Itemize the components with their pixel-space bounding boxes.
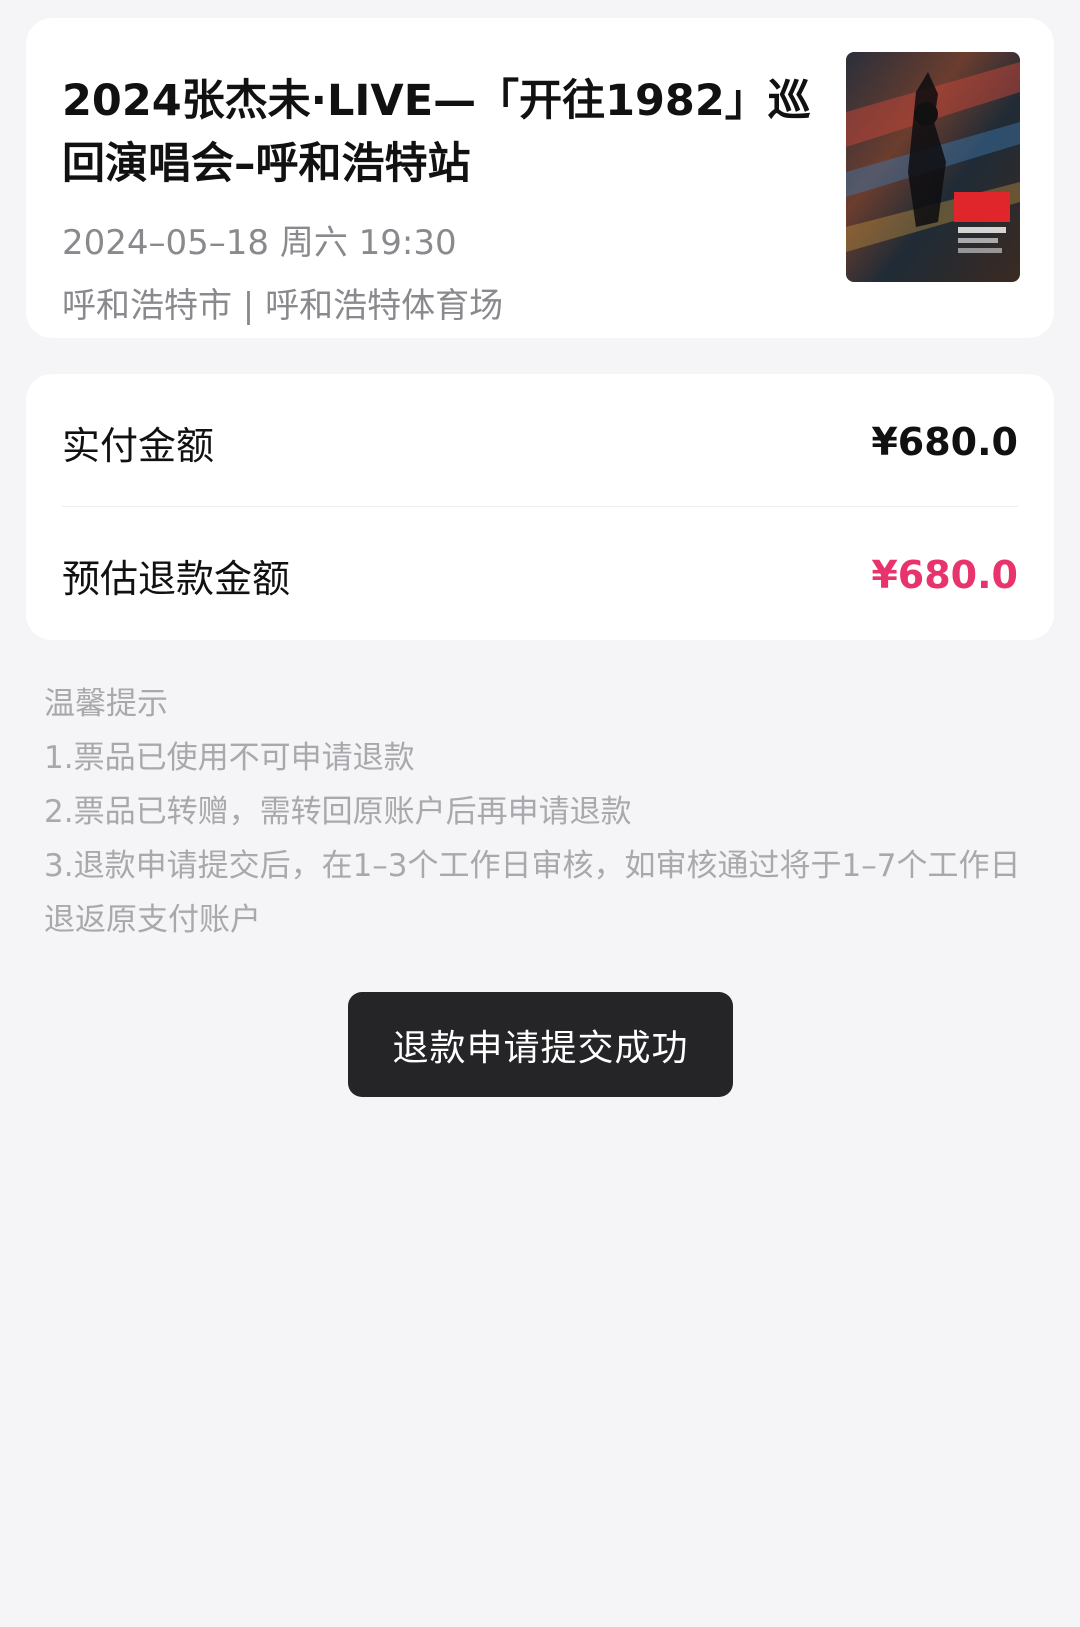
concert-poster-image	[846, 52, 1020, 282]
refund-success-toast: 退款申请提交成功	[348, 992, 733, 1097]
event-title: 2024张杰未·LIVE—「开往1982」巡回演唱会–呼和浩特站	[62, 76, 811, 189]
paid-amount-label: 实付金额	[62, 423, 215, 468]
event-card: 2024张杰未·LIVE—「开往1982」巡回演唱会–呼和浩特站 2024–05…	[26, 18, 1054, 338]
paid-amount-row: 实付金额 ¥680.0	[62, 412, 1018, 472]
event-venue: 呼和浩特市 | 呼和浩特体育场	[62, 286, 504, 326]
refund-amount-value: ¥680.0	[871, 553, 1018, 597]
paid-amount-value: ¥680.0	[871, 420, 1018, 464]
refund-amount-row: 预估退款金额 ¥680.0	[62, 545, 1018, 605]
tip-item: 1.票品已使用不可申请退款	[44, 740, 415, 776]
refund-amount-label: 预估退款金额	[62, 556, 291, 601]
divider	[62, 506, 1018, 507]
tip-item: 2.票品已转赠，需转回原账户后再申请退款	[44, 794, 632, 830]
event-datetime: 2024–05–18 周六 19:30	[62, 223, 457, 263]
tip-item: 3.退款申请提交后，在1–3个工作日审核，如审核通过将于1–7个工作日退返原支付…	[44, 848, 1021, 938]
tips-heading: 温馨提示	[44, 686, 168, 722]
tips-section: 温馨提示 1.票品已使用不可申请退款 2.票品已转赠，需转回原账户后再申请退款 …	[44, 677, 1044, 947]
